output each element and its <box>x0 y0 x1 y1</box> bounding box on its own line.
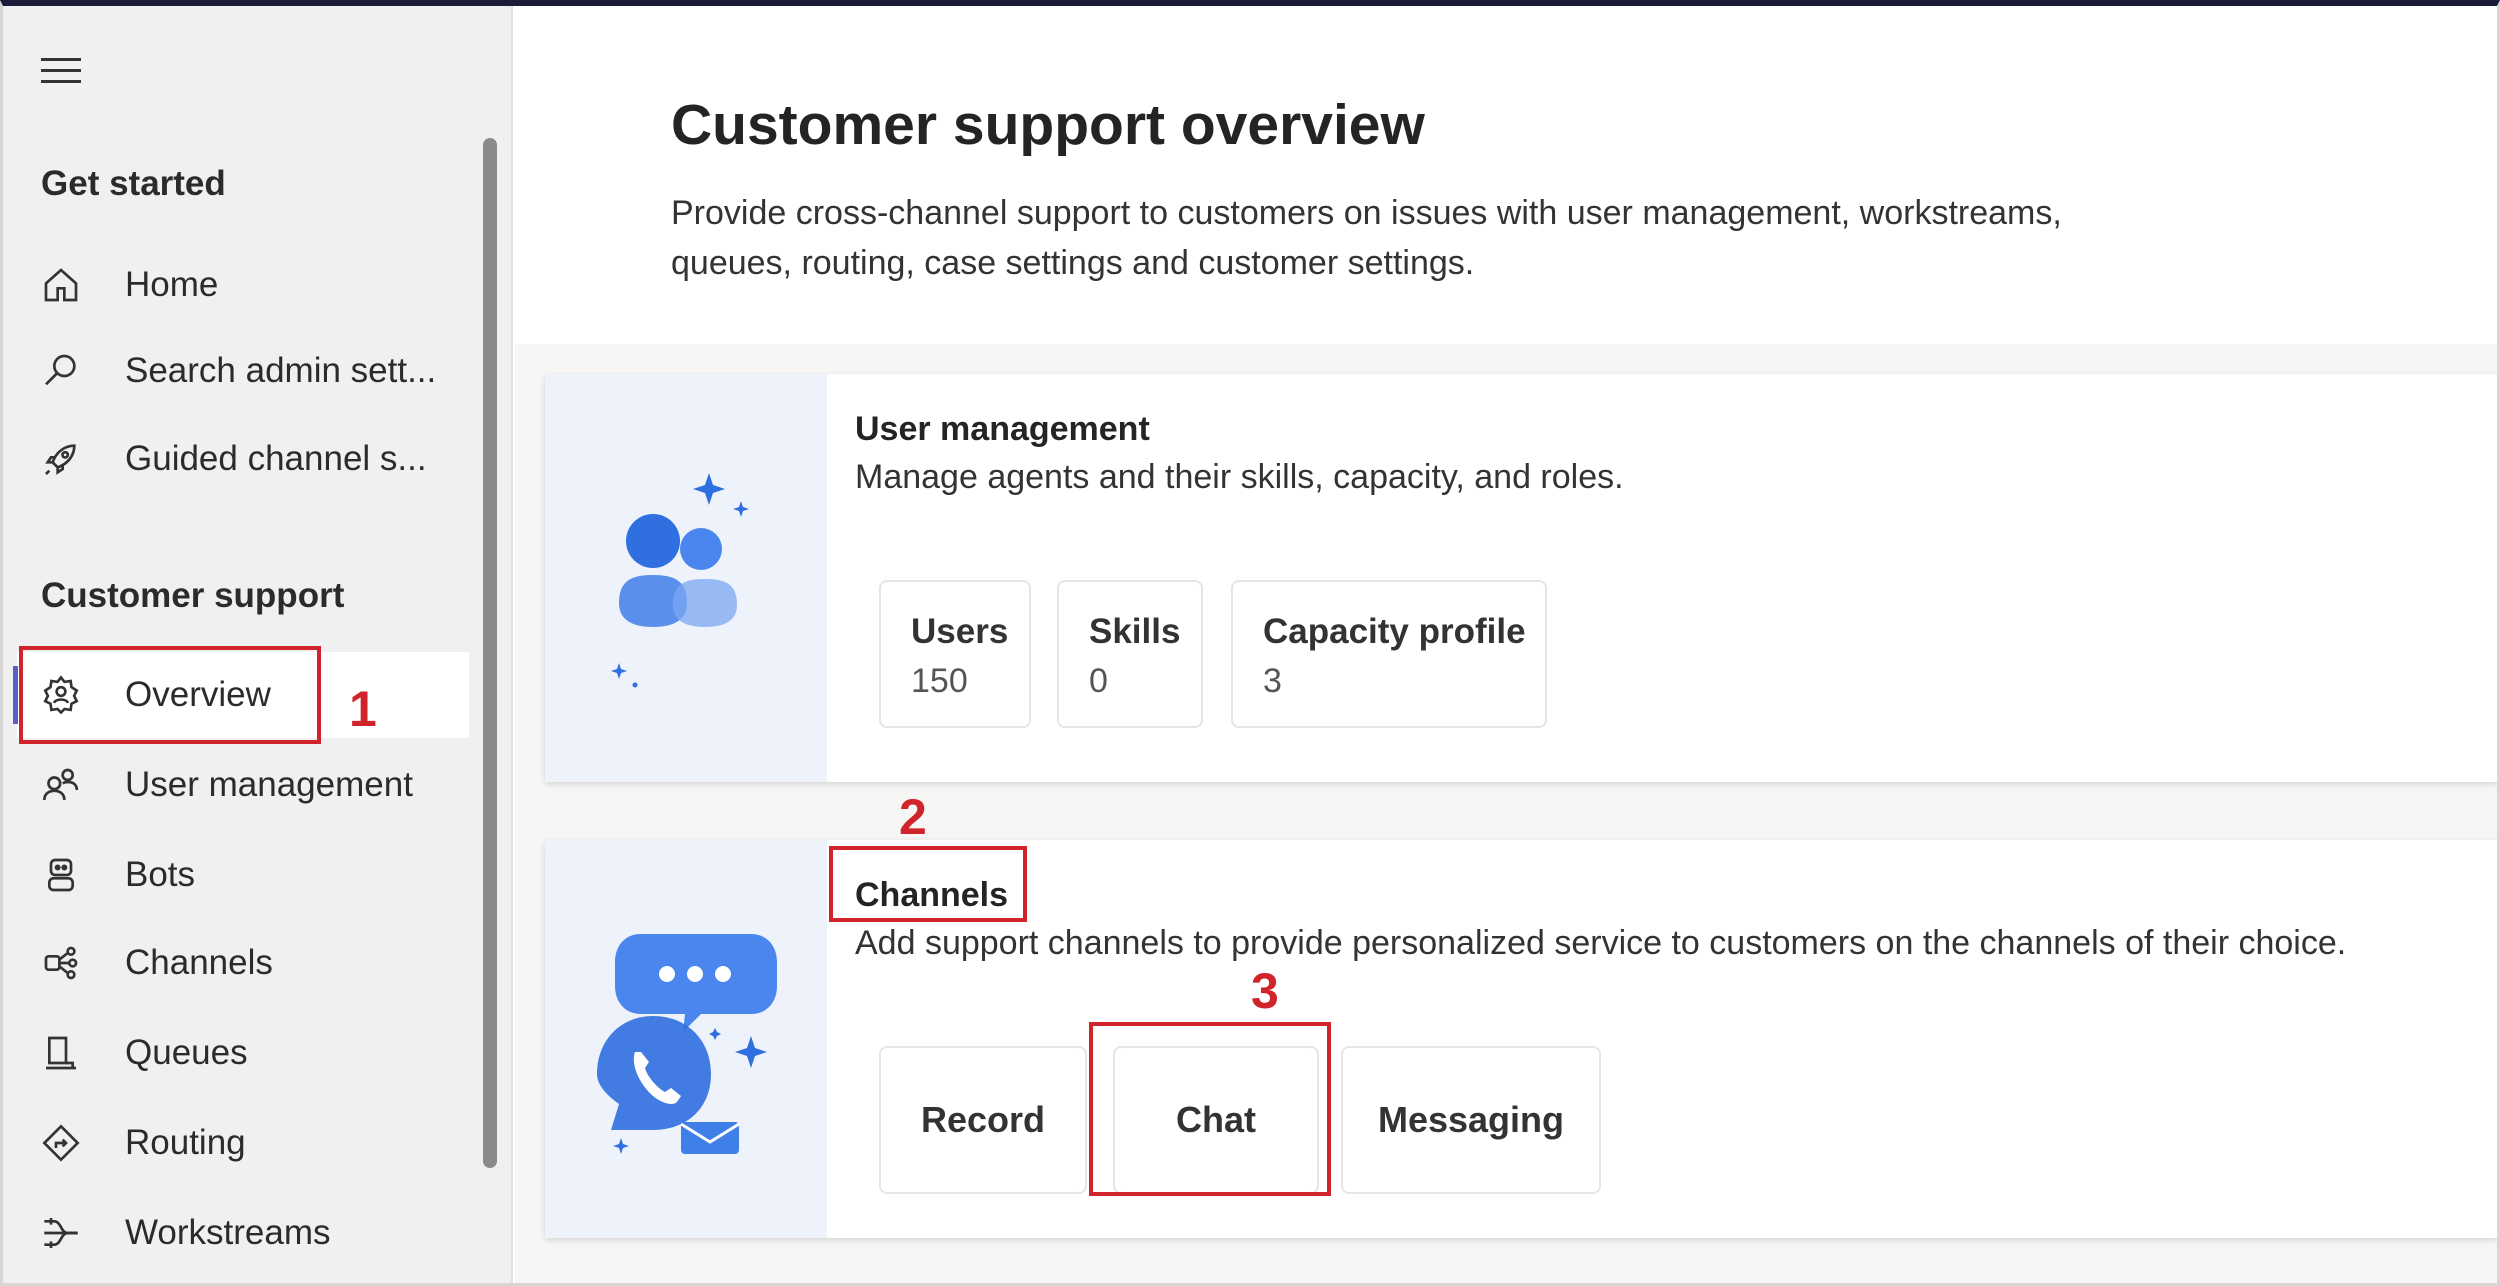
home-icon <box>37 261 85 309</box>
sidebar-item-label: Home <box>125 265 219 304</box>
sidebar-item-label: User management <box>125 765 413 804</box>
sidebar-item-channels[interactable]: Channels <box>17 920 469 1006</box>
card-title: User management <box>855 410 1150 448</box>
annotation-box-channels <box>829 846 1027 922</box>
tile-label: Skills <box>1089 612 1181 651</box>
sidebar-scrollbar[interactable] <box>483 138 497 1168</box>
sidebar-item-guided-channel-setup[interactable]: Guided channel s... <box>17 416 469 502</box>
sidebar-item-bots[interactable]: Bots <box>17 832 469 918</box>
sidebar-item-label: Channels <box>125 943 273 982</box>
sidebar-item-search-admin-settings[interactable]: Search admin sett... <box>17 328 469 414</box>
skills-tile[interactable]: Skills 0 <box>1057 580 1203 728</box>
page-description: Provide cross-channel support to custome… <box>671 194 2062 282</box>
tile-value: 150 <box>911 662 968 700</box>
chat-phone-illustration <box>545 840 827 1238</box>
hamburger-icon[interactable] <box>41 58 81 86</box>
annotation-number-3: 3 <box>1251 963 1279 1019</box>
messaging-tile[interactable]: Messaging <box>1341 1046 1601 1194</box>
page-header: Customer support overview Provide cross-… <box>515 6 2497 344</box>
search-icon <box>37 347 85 395</box>
people-illustration <box>545 374 827 782</box>
sidebar-item-label: Workstreams <box>125 1213 331 1252</box>
routing-icon <box>37 1119 85 1167</box>
section-title-customer-support: Customer support <box>41 576 345 615</box>
sidebar-item-home[interactable]: Home <box>17 242 469 328</box>
sidebar-item-label: Bots <box>125 855 196 894</box>
tile-label: Messaging <box>1377 1099 1565 1140</box>
channels-icon <box>37 939 85 987</box>
sidebar-item-user-management[interactable]: User management <box>17 742 469 828</box>
tile-label: Users <box>911 612 1009 651</box>
bot-icon <box>37 851 85 899</box>
workstreams-icon <box>37 1209 85 1257</box>
tile-label: Capacity profile <box>1263 612 1526 651</box>
section-title-get-started: Get started <box>41 164 226 203</box>
annotation-box-chat <box>1089 1022 1331 1196</box>
tile-label: Record <box>920 1099 1046 1140</box>
main-content: Customer support overview Provide cross-… <box>515 6 2497 1283</box>
user-management-icon <box>37 761 85 809</box>
card-description: Manage agents and their skills, capacity… <box>855 458 1624 496</box>
sidebar-item-routing[interactable]: Routing <box>17 1100 469 1186</box>
rocket-icon <box>37 435 85 483</box>
record-tile[interactable]: Record <box>879 1046 1087 1194</box>
app-frame: Get started Home Search admin sett... Gu… <box>0 0 2500 1286</box>
page-title: Customer support overview <box>671 93 1425 157</box>
sidebar-item-queues[interactable]: Queues <box>17 1010 469 1096</box>
users-tile[interactable]: Users 150 <box>879 580 1031 728</box>
user-management-card: User management Manage agents and their … <box>545 374 2497 782</box>
annotation-number-2: 2 <box>899 789 927 845</box>
card-description: Add support channels to provide personal… <box>855 924 2347 962</box>
sidebar-item-label: Search admin sett... <box>125 351 437 390</box>
sidebar-item-label: Guided channel s... <box>125 439 427 478</box>
sidebar: Get started Home Search admin sett... Gu… <box>3 6 513 1283</box>
tile-value: 3 <box>1263 662 1282 700</box>
tile-value: 0 <box>1089 662 1108 700</box>
queue-icon <box>37 1029 85 1077</box>
capacity-profile-tile[interactable]: Capacity profile 3 <box>1231 580 1547 728</box>
sidebar-item-label: Queues <box>125 1033 248 1072</box>
sidebar-item-label: Routing <box>125 1123 246 1162</box>
annotation-number-1: 1 <box>349 681 377 737</box>
sidebar-item-workstreams[interactable]: Workstreams <box>17 1190 469 1276</box>
annotation-box-overview <box>19 646 321 744</box>
